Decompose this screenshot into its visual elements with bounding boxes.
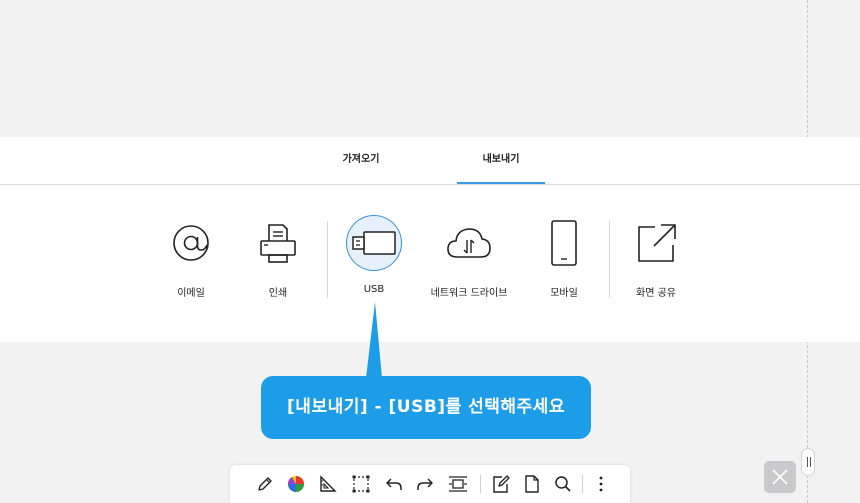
search-icon[interactable] [552, 473, 574, 495]
redo-icon[interactable] [414, 473, 436, 495]
instruction-callout: [내보내기] - [USB]를 선택해주세요 [261, 376, 591, 439]
page-icon[interactable] [521, 473, 543, 495]
toolbar-separator [480, 475, 481, 493]
tab-bar: 가져오기 내보내기 [0, 137, 860, 185]
share-out-icon [628, 215, 684, 271]
ruler-icon[interactable] [317, 473, 339, 495]
fit-width-icon[interactable] [447, 473, 469, 495]
panel-resize-handle[interactable] [801, 448, 815, 476]
export-option-mobile[interactable]: 모바일 [524, 215, 604, 301]
select-icon[interactable] [350, 473, 372, 495]
close-button[interactable] [764, 461, 796, 493]
tab-export[interactable]: 내보내기 [457, 137, 545, 184]
more-icon[interactable] [590, 473, 612, 495]
export-option-usb[interactable]: USB [334, 215, 414, 301]
export-panel: 가져오기 내보내기 이메일 인쇄 USB 네트워크 드라이브 모바일 화면 공유 [0, 137, 860, 342]
toolbar-separator [582, 475, 583, 493]
instruction-text: [내보내기] - [USB]를 선택해주세요 [287, 397, 565, 417]
grip-line [807, 457, 808, 467]
export-option-print[interactable]: 인쇄 [238, 215, 318, 301]
export-option-screen-share[interactable]: 화면 공유 [616, 215, 696, 301]
bottom-toolbar [230, 465, 630, 503]
usb-drive-icon [346, 215, 402, 271]
export-option-network-drive[interactable]: 네트워크 드라이브 [429, 215, 509, 301]
export-option-label: 화면 공유 [636, 288, 676, 299]
close-icon [772, 469, 788, 485]
edit-page-icon[interactable] [490, 473, 512, 495]
grip-line [810, 457, 811, 467]
smartphone-icon [536, 215, 592, 271]
callout-pointer [366, 302, 382, 378]
undo-icon[interactable] [383, 473, 405, 495]
tab-import[interactable]: 가져오기 [318, 137, 404, 183]
printer-icon [250, 215, 306, 271]
at-sign-icon [163, 215, 219, 271]
color-wheel-icon[interactable] [285, 473, 307, 495]
cloud-upload-icon [441, 215, 497, 271]
pen-icon[interactable] [254, 473, 276, 495]
